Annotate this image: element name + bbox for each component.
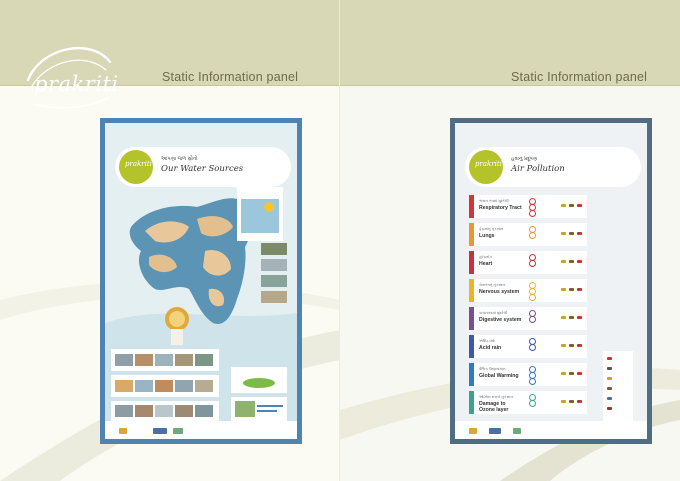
row-label-gujarati: ચેતાતંત્રનું નુકસાન xyxy=(479,283,506,287)
row-label-gujarati: એસિડ વર્ષા xyxy=(479,339,495,343)
source-icon xyxy=(577,260,582,263)
pollutant-legend xyxy=(603,351,633,423)
row-label: Respiratory Tract xyxy=(479,205,522,211)
water-poster-title: Our Water Sources xyxy=(161,164,244,174)
partner-logo-icon xyxy=(489,428,501,434)
row-label: Global Warming xyxy=(479,373,519,379)
source-icon xyxy=(569,232,574,235)
row-label: Acid rain xyxy=(479,345,502,351)
row-label: Digestive system xyxy=(479,317,522,323)
source-icon xyxy=(577,204,582,207)
prakriti-logo-text: prakriti xyxy=(34,72,119,96)
source-icon xyxy=(561,316,566,319)
health-effect-row: હૃદયરોગ Heart xyxy=(469,251,587,274)
health-effect-row: ફેફસાંનું નુકસાન Lungs xyxy=(469,223,587,246)
row-label: Nervous system xyxy=(479,289,520,295)
pollutant-icon xyxy=(529,344,536,351)
page-header-title: Static Information panel xyxy=(511,70,648,84)
water-poster-title-banner: prakriti આપણા જળ સ્રોતો Our Water Source… xyxy=(115,147,291,187)
source-icon xyxy=(569,400,574,403)
source-icon xyxy=(577,400,582,403)
water-poster-footer xyxy=(105,421,297,439)
row-label-gujarati: વૈશ્વિક ઉષ્ણતામાન xyxy=(479,367,506,371)
row-label-gujarati: શ્વસન તંત્રમાં મુશ્કેલી xyxy=(479,199,509,203)
health-effect-row: વૈશ્વિક ઉષ્ણતામાન Global Warming xyxy=(469,363,587,386)
pollutant-icon xyxy=(529,400,536,407)
row-color-bar xyxy=(469,307,474,330)
source-icon xyxy=(577,344,582,347)
air-poster-title: Air Pollution xyxy=(511,164,565,174)
partner-logo-icon xyxy=(153,428,167,434)
pollutant-icon xyxy=(529,210,536,217)
row-label-gujarati: પાચનતંત્રમાં મુશ્કેલી xyxy=(479,311,508,315)
source-icon xyxy=(569,204,574,207)
pollutant-icon xyxy=(529,260,536,267)
air-poster-footer xyxy=(455,421,647,439)
source-icon xyxy=(577,372,582,375)
source-icon xyxy=(569,260,574,263)
source-icon xyxy=(569,372,574,375)
row-color-bar xyxy=(469,279,474,302)
source-icon xyxy=(561,372,566,375)
pollutant-icon xyxy=(529,232,536,239)
health-effect-row: એસિડ વર્ષા Acid rain xyxy=(469,335,587,358)
row-label-gujarati: ફેફસાંનું નુકસાન xyxy=(479,227,504,231)
source-icon xyxy=(577,232,582,235)
pollutant-icon xyxy=(529,378,536,385)
row-color-bar xyxy=(469,223,474,246)
page-header-title: Static Information panel xyxy=(162,70,299,84)
pollutant-icon xyxy=(529,294,536,301)
source-icon xyxy=(561,344,566,347)
row-color-bar xyxy=(469,363,474,386)
source-icon xyxy=(569,288,574,291)
row-label: Lungs xyxy=(479,233,495,239)
row-label: Heart xyxy=(479,261,493,267)
source-icon xyxy=(561,400,566,403)
health-effect-row: ઓઝોન સ્તરને નુકસાન Damage to Ozone layer xyxy=(469,391,587,414)
water-sources-poster: prakriti આપણા જળ સ્રોતો Our Water Source… xyxy=(100,118,302,444)
health-effect-row: પાચનતંત્રમાં મુશ્કેલી Digestive system xyxy=(469,307,587,330)
partner-logo-icon xyxy=(173,428,183,434)
partner-logo-icon xyxy=(119,428,127,434)
health-effect-row: શ્વસન તંત્રમાં મુશ્કેલી Respiratory Tract xyxy=(469,195,587,218)
row-label-gujarati: ઓઝોન સ્તરને નુકસાન xyxy=(479,395,513,399)
water-poster-title-gujarati: આપણા જળ સ્રોતો xyxy=(161,156,198,162)
air-poster-title-gujarati: હવાનું પ્રદૂષણ xyxy=(511,156,538,162)
row-color-bar xyxy=(469,251,474,274)
source-icon xyxy=(569,316,574,319)
partner-logo-icon xyxy=(513,428,521,434)
row-label-gujarati: હૃદયરોગ xyxy=(479,255,492,259)
source-icon xyxy=(577,288,582,291)
air-poster-title-banner: prakriti હવાનું પ્રદૂષણ Air Pollution xyxy=(465,147,641,187)
row-label-line2: Ozone layer xyxy=(479,407,509,413)
right-page: Static Information panel prakriti હવાનું… xyxy=(340,0,680,481)
row-color-bar xyxy=(469,335,474,358)
source-icon xyxy=(561,288,566,291)
health-effect-row: ચેતાતંત્રનું નુકસાન Nervous system xyxy=(469,279,587,302)
source-icon xyxy=(569,344,574,347)
source-icon xyxy=(577,316,582,319)
row-color-bar xyxy=(469,195,474,218)
pollutant-icon xyxy=(529,316,536,323)
partner-logo-icon xyxy=(469,428,477,434)
left-page: prakriti Static Information panel prakri… xyxy=(0,0,340,481)
source-icon xyxy=(561,204,566,207)
row-color-bar xyxy=(469,391,474,414)
air-pollution-poster: prakriti હવાનું પ્રદૂષણ Air Pollution શ્… xyxy=(450,118,652,444)
source-icon xyxy=(561,260,566,263)
source-icon xyxy=(561,232,566,235)
